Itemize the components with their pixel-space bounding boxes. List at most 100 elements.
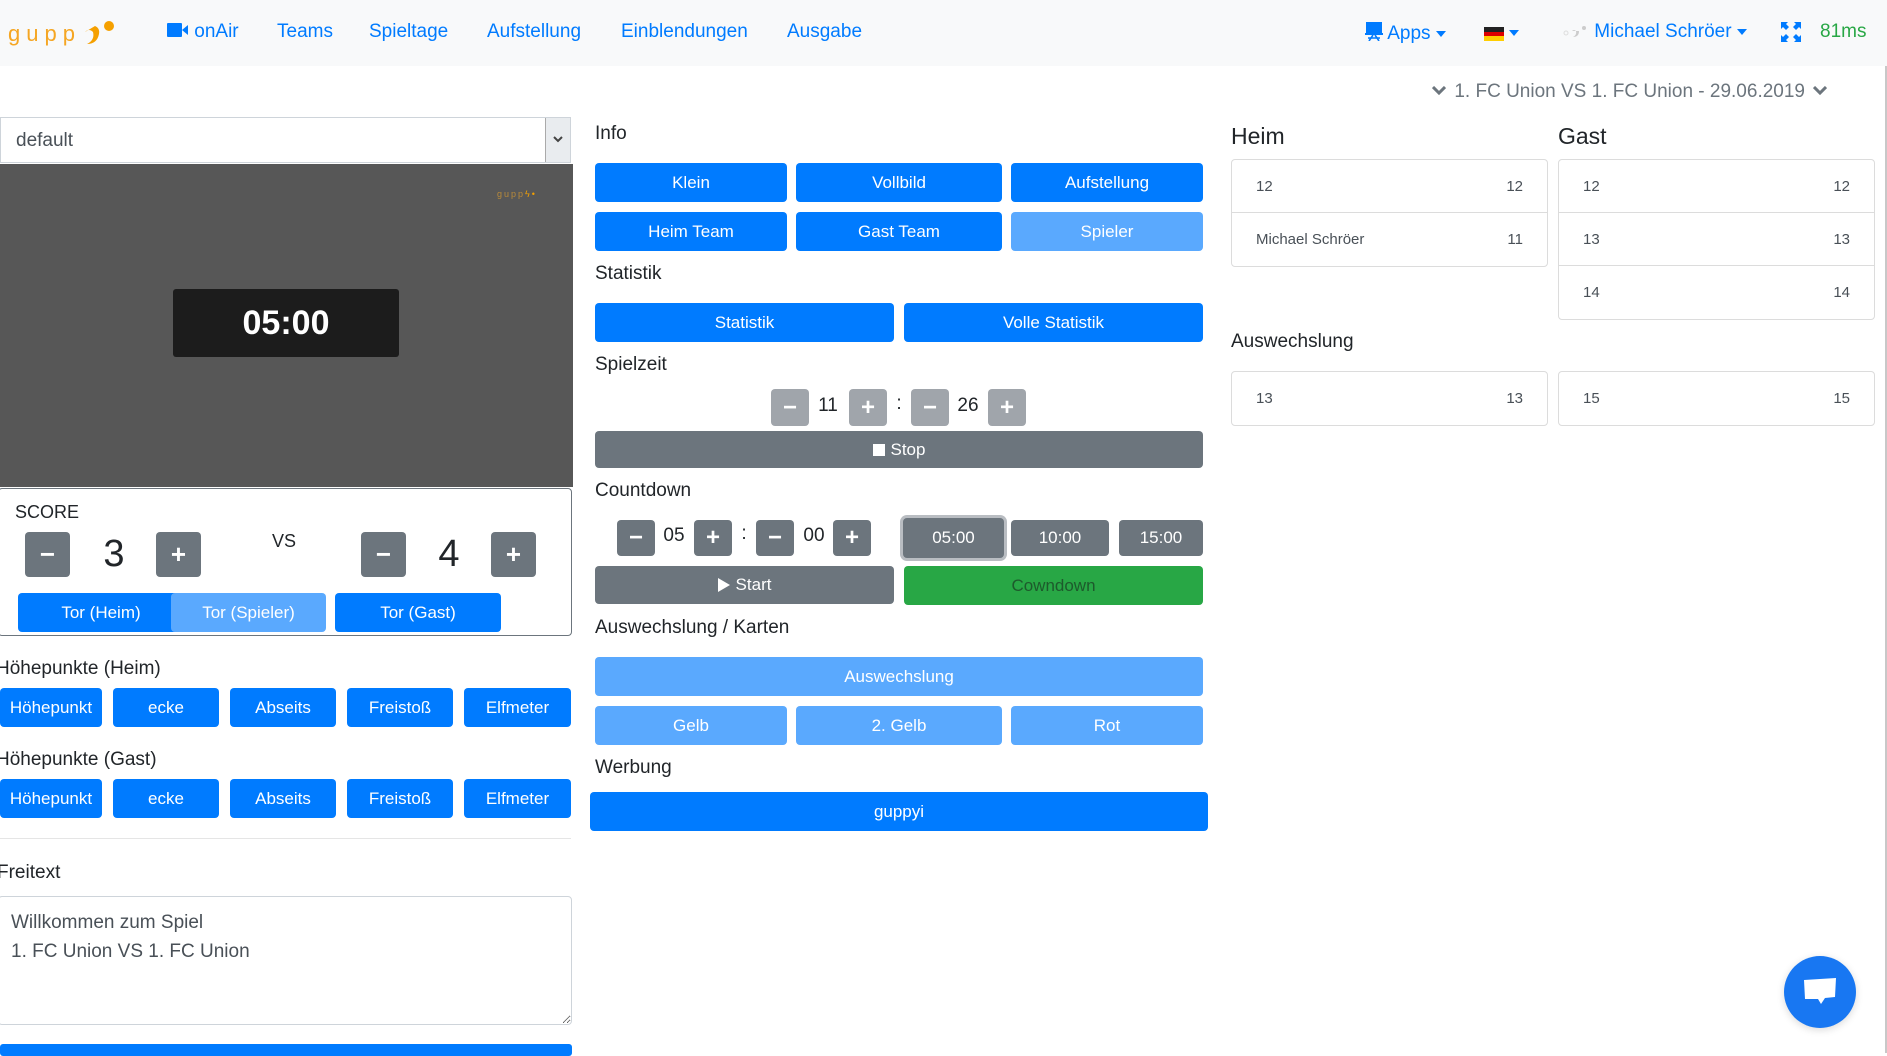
home-score-plus-button[interactable]: + [156,532,201,577]
nav-einblendungen[interactable]: Einblendungen [621,21,748,43]
countdown-start-button[interactable]: Start [595,566,894,604]
highlight-home-elfmeter[interactable]: Elfmeter [464,688,571,727]
second-yellow-card-button[interactable]: 2. Gelb [796,706,1002,745]
away-score-plus-button[interactable]: + [491,532,536,577]
highlight-home-ecke[interactable]: ecke [113,688,219,727]
info-vollbild-button[interactable]: Vollbild [796,163,1002,202]
spielzeit-seconds-minus-button[interactable]: − [911,389,949,426]
statistik-button[interactable]: Statistik [595,303,894,342]
vs-label: VS [271,531,296,551]
nav-onair[interactable]: onAir [167,21,239,43]
away-score-minus-button[interactable]: − [361,532,406,577]
spielzeit-minutes-minus-button[interactable]: − [771,389,809,426]
caret-down-icon [1509,30,1519,36]
werbung-guppyi-button[interactable]: guppyi [590,792,1208,831]
expand-icon [1781,22,1801,42]
home-player-row[interactable]: Michael Schröer 11 [1232,213,1547,266]
highlight-home-freistoss[interactable]: Freistoß [347,688,453,727]
countdown-separator: : [741,523,747,544]
spielzeit-stop-button[interactable]: Stop [595,431,1203,468]
yellow-card-button[interactable]: Gelb [595,706,787,745]
home-player-list: 12 12 Michael Schröer 11 [1231,159,1548,267]
home-player-row[interactable]: 12 12 [1232,160,1547,213]
away-player-row[interactable]: 12 12 [1559,160,1874,213]
home-score-minus-button[interactable]: − [25,532,70,577]
spielzeit-seconds-plus-button[interactable]: + [988,389,1026,426]
chat-widget-button[interactable] [1784,956,1856,1028]
highlight-away-abseits[interactable]: Abseits [230,779,336,818]
countdown-seconds-plus-button[interactable]: + [833,520,871,556]
highlight-home-abseits[interactable]: Abseits [230,688,336,727]
statistik-title: Statistik [595,263,662,284]
info-aufstellung-button[interactable]: Aufstellung [1011,163,1203,202]
score-panel: SCORE − 3 + VS − 4 + Tor (Heim) Tor (Spi… [0,488,572,636]
countdown-preset-5[interactable]: 05:00 [903,518,1004,558]
info-spieler-button[interactable]: Spieler [1011,212,1203,251]
countdown-show-button[interactable]: Cowndown [904,566,1203,605]
countdown-title: Countdown [595,480,692,501]
video-camera-icon [167,23,188,37]
highlight-home-hoehepunkt[interactable]: Höhepunkt [0,688,102,727]
highlight-away-freistoss[interactable]: Freistoß [347,779,453,818]
highlight-away-hoehepunkt[interactable]: Höhepunkt [0,779,102,818]
away-player-row[interactable]: 13 13 [1559,213,1874,266]
top-navbar: gupp onAir Teams Spieltage Aufstellung E… [0,0,1887,66]
nav-aufstellung[interactable]: Aufstellung [487,21,581,43]
away-sub-list: 15 15 [1558,371,1875,426]
preview-logo: guppϟ• [497,189,537,199]
spielzeit-seconds-value: 26 [957,395,979,416]
latency-indicator: 81ms [1820,21,1867,42]
user-avatar-icon [1563,26,1586,37]
red-card-button[interactable]: Rot [1011,706,1203,745]
goal-player-button[interactable]: Tor (Spieler) [171,593,326,632]
home-sub-list: 13 13 [1231,371,1548,426]
info-heim-team-button[interactable]: Heim Team [595,212,787,251]
score-title: SCORE [15,502,80,522]
fullscreen-toggle[interactable] [1781,22,1801,47]
nav-ausgabe[interactable]: Ausgabe [787,21,862,43]
language-dropdown[interactable] [1484,27,1519,49]
match-selector[interactable]: 1. FC Union VS 1. FC Union - 29.06.2019 [1432,80,1828,103]
substitution-button[interactable]: Auswechslung [595,657,1203,696]
home-score-value: 3 [103,533,125,575]
play-icon [717,578,730,592]
freitext-title: Freitext [0,862,61,883]
chat-bubble-icon [1804,978,1836,1004]
countdown-minutes-value: 05 [663,525,685,546]
freitext-textarea[interactable] [0,896,572,1025]
werbung-title: Werbung [595,757,672,778]
user-dropdown[interactable]: Michael Schröer [1563,21,1747,43]
away-player-list: 12 12 13 13 14 14 [1558,159,1875,320]
stop-icon [872,443,885,456]
template-select[interactable]: default [0,117,571,163]
info-gast-team-button[interactable]: Gast Team [796,212,1002,251]
info-title: Info [595,123,627,144]
output-preview: guppϟ• 05:00 [0,164,573,487]
countdown-seconds-minus-button[interactable]: − [756,520,794,556]
spielzeit-minutes-plus-button[interactable]: + [849,389,887,426]
nav-teams[interactable]: Teams [277,21,333,43]
away-player-row[interactable]: 14 14 [1559,266,1874,319]
cards-title: Auswechslung / Karten [595,617,790,638]
countdown-preset-15[interactable]: 15:00 [1119,520,1203,556]
volle-statistik-button[interactable]: Volle Statistik [904,303,1203,342]
brand-logo[interactable]: gupp [8,18,121,50]
chevron-down-icon [1432,80,1447,96]
away-score-value: 4 [438,533,460,575]
nav-spieltage[interactable]: Spieltage [369,21,448,43]
info-klein-button[interactable]: Klein [595,163,787,202]
highlight-away-ecke[interactable]: ecke [113,779,219,818]
countdown-minutes-minus-button[interactable]: − [617,520,655,556]
apps-dropdown[interactable]: Apps [1365,21,1446,45]
countdown-minutes-plus-button[interactable]: + [694,520,732,556]
goal-home-button[interactable]: Tor (Heim) [18,593,184,632]
away-sub-row[interactable]: 15 15 [1559,372,1874,425]
freitext-submit-button[interactable] [0,1044,572,1056]
home-title: Heim [1231,123,1285,149]
home-sub-row[interactable]: 13 13 [1232,372,1547,425]
guppy-logo-icon [84,21,114,44]
countdown-preset-10[interactable]: 10:00 [1011,520,1109,556]
caret-down-icon [1736,28,1747,35]
highlight-away-elfmeter[interactable]: Elfmeter [464,779,571,818]
goal-away-button[interactable]: Tor (Gast) [335,593,501,632]
